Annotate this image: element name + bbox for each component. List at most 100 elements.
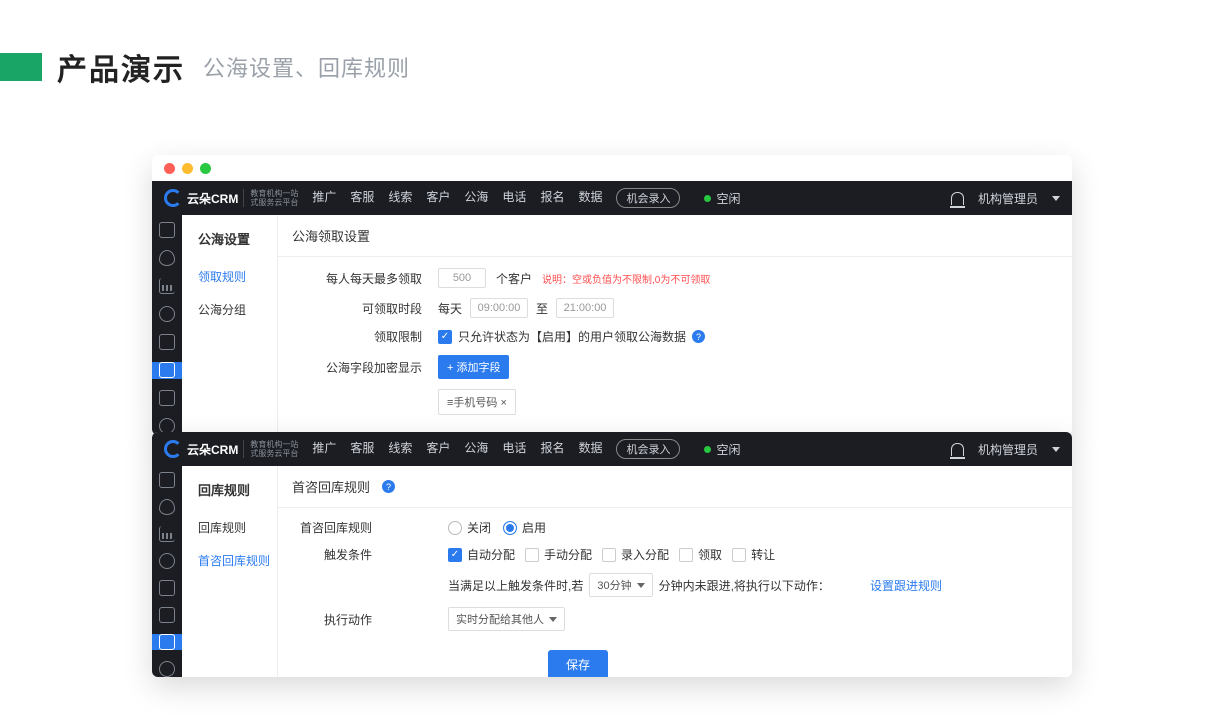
nav-item[interactable]: 客户 [426, 188, 450, 208]
user-icon[interactable] [159, 306, 175, 322]
nav-item[interactable]: 公海 [464, 439, 488, 459]
top-nav: 推广 客服 线索 客户 公海 电话 报名 数据 机会录入 [312, 188, 680, 208]
label-action: 执行动作 [278, 611, 388, 628]
status-indicator: 空闲 [704, 441, 740, 458]
field-tag-phone[interactable]: ≡手机号码 × [438, 389, 516, 415]
input-time-to[interactable]: 21:00:00 [556, 298, 614, 318]
rail-icon[interactable] [159, 472, 175, 488]
nav-item[interactable]: 数据 [578, 439, 602, 459]
chart-icon[interactable] [159, 278, 175, 294]
close-icon[interactable] [164, 163, 175, 174]
user-icon[interactable] [159, 661, 175, 677]
content-area: 首咨回库规则 ? 首咨回库规则 关闭 启用 触发条件 ✓自动分配 手动分配 [278, 466, 1072, 677]
checkbox-auto[interactable]: ✓ [448, 548, 462, 562]
label-time-range: 可领取时段 [278, 300, 438, 317]
section-title: 公海领取设置 [278, 215, 1072, 257]
label-max-claim: 每人每天最多领取 [278, 270, 438, 287]
chart-icon[interactable] [159, 526, 175, 542]
side-item-return-rule[interactable]: 回库规则 [182, 511, 277, 544]
brand-logo: 云朵CRM 教育机构一站式服务云平台 [164, 189, 298, 207]
side-item-first-return[interactable]: 首咨回库规则 [182, 544, 277, 577]
label-claim-limit: 领取限制 [278, 328, 438, 345]
bell-icon[interactable] [951, 443, 964, 456]
hint-text: 说明：空或负值为不限制,0为不可领取 [542, 271, 710, 286]
nav-item[interactable]: 公海 [464, 188, 488, 208]
checkbox-claim[interactable] [679, 548, 693, 562]
checkbox-transfer[interactable] [732, 548, 746, 562]
nav-item[interactable]: 客服 [350, 439, 374, 459]
window-return-rule: 云朵CRM 教育机构一站式服务云平台 推广 客服 线索 客户 公海 电话 报名 … [152, 432, 1072, 677]
side-panel-title: 回库规则 [182, 466, 277, 511]
rail-icon-active[interactable] [159, 362, 175, 378]
label-trigger: 触发条件 [278, 546, 388, 563]
icon-rail [152, 215, 182, 435]
chevron-down-icon[interactable] [1052, 447, 1060, 452]
select-action[interactable]: 实时分配给其他人 [448, 607, 565, 631]
nav-item[interactable]: 客户 [426, 439, 450, 459]
label-encrypt-fields: 公海字段加密显示 [278, 359, 438, 376]
nav-pill-button[interactable]: 机会录入 [616, 439, 680, 459]
nav-item[interactable]: 客服 [350, 188, 374, 208]
minimize-icon[interactable] [182, 163, 193, 174]
side-item-group[interactable]: 公海分组 [182, 293, 277, 326]
slide-title-main: 产品演示 [57, 45, 185, 89]
rail-icon[interactable] [159, 334, 175, 350]
nav-item[interactable]: 线索 [388, 439, 412, 459]
nav-item[interactable]: 电话 [502, 439, 526, 459]
checkbox-input[interactable] [602, 548, 616, 562]
save-button[interactable]: 保存 [548, 650, 608, 677]
accent-bar [0, 53, 42, 81]
select-minutes[interactable]: 30分钟 [589, 573, 652, 597]
slide-title-sub: 公海设置、回库规则 [203, 51, 410, 83]
checkbox-manual[interactable] [525, 548, 539, 562]
nav-item[interactable]: 电话 [502, 188, 526, 208]
add-field-button[interactable]: + 添加字段 [438, 355, 509, 379]
top-nav: 推广 客服 线索 客户 公海 电话 报名 数据 机会录入 [312, 439, 680, 459]
side-item-claim-rule[interactable]: 领取规则 [182, 260, 277, 293]
section-title: 首咨回库规则 [292, 477, 370, 496]
content-area: 公海领取设置 每人每天最多领取 500 个客户 说明：空或负值为不限制,0为不可… [278, 215, 1072, 435]
side-panel: 公海设置 领取规则 公海分组 [182, 215, 278, 435]
rail-icon[interactable] [159, 390, 175, 406]
nav-item[interactable]: 线索 [388, 188, 412, 208]
nav-item[interactable]: 报名 [540, 439, 564, 459]
radio-off[interactable] [448, 521, 462, 535]
nav-item[interactable]: 推广 [312, 439, 336, 459]
user-menu[interactable]: 机构管理员 [978, 190, 1038, 207]
radio-on[interactable] [503, 521, 517, 535]
link-set-followup[interactable]: 设置跟进规则 [870, 577, 942, 594]
bell-icon[interactable] [951, 192, 964, 205]
mac-traffic-lights [152, 155, 1072, 181]
user-icon[interactable] [159, 553, 175, 569]
input-time-from[interactable]: 09:00:00 [470, 298, 528, 318]
help-icon[interactable]: ? [692, 330, 705, 343]
topbar: 云朵CRM 教育机构一站式服务云平台 推广 客服 线索 客户 公海 电话 报名 … [152, 181, 1072, 215]
side-panel-title: 公海设置 [182, 215, 277, 260]
shield-icon[interactable] [159, 499, 175, 515]
status-indicator: 空闲 [704, 190, 740, 207]
user-menu[interactable]: 机构管理员 [978, 441, 1038, 458]
shield-icon[interactable] [159, 250, 175, 266]
chevron-down-icon[interactable] [1052, 196, 1060, 201]
rail-icon[interactable] [159, 580, 175, 596]
slide-header: 产品演示 公海设置、回库规则 [0, 0, 1210, 89]
rail-icon[interactable] [159, 607, 175, 623]
nav-pill-button[interactable]: 机会录入 [616, 188, 680, 208]
rail-icon[interactable] [159, 222, 175, 238]
icon-rail [152, 466, 182, 677]
brand-logo: 云朵CRM 教育机构一站式服务云平台 [164, 440, 298, 458]
topbar: 云朵CRM 教育机构一站式服务云平台 推广 客服 线索 客户 公海 电话 报名 … [152, 432, 1072, 466]
status-dot-icon [704, 195, 711, 202]
status-dot-icon [704, 446, 711, 453]
label-first-rule: 首咨回库规则 [278, 519, 388, 536]
input-max-claim[interactable]: 500 [438, 268, 486, 288]
maximize-icon[interactable] [200, 163, 211, 174]
nav-item[interactable]: 数据 [578, 188, 602, 208]
window-public-sea: 云朵CRM 教育机构一站式服务云平台 推广 客服 线索 客户 公海 电话 报名 … [152, 155, 1072, 435]
side-panel: 回库规则 回库规则 首咨回库规则 [182, 466, 278, 677]
nav-item[interactable]: 报名 [540, 188, 564, 208]
rail-icon-active[interactable] [159, 634, 175, 650]
help-icon[interactable]: ? [382, 480, 395, 493]
nav-item[interactable]: 推广 [312, 188, 336, 208]
checkbox-enabled-only[interactable]: ✓ [438, 330, 452, 344]
